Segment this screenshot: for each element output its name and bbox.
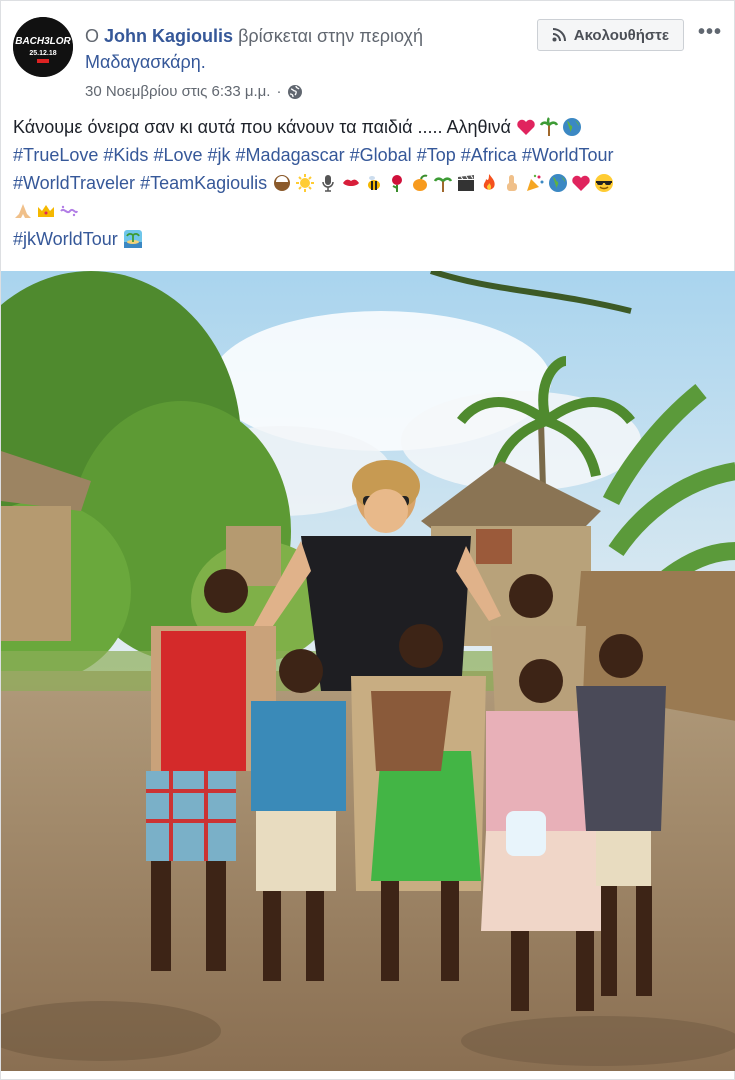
- hashtag-link[interactable]: #jk: [208, 145, 231, 165]
- rss-icon: [552, 28, 566, 42]
- post-header: BACH3LOR 25.12.18 Ο John Kagioulis βρίσκ…: [13, 15, 722, 105]
- hashtag-link[interactable]: #Africa: [461, 145, 517, 165]
- praying-hands-icon: [15, 204, 31, 218]
- hashtag-link[interactable]: #Top: [417, 145, 456, 165]
- desert-island-icon: [123, 230, 142, 248]
- post-text: Κάνουμε όνειρα σαν κι αυτά που κάνουν τα…: [13, 113, 725, 253]
- more-options-icon[interactable]: •••: [698, 21, 722, 44]
- hashtag-link[interactable]: #WorldTraveler: [13, 173, 135, 193]
- hashtags-line-1: #TrueLove #Kids #Love #jk #Madagascar #G…: [13, 141, 725, 169]
- hashtag-link[interactable]: #Kids: [103, 145, 148, 165]
- bee-icon: [368, 176, 381, 190]
- fire-icon: [483, 174, 495, 190]
- hashtags-line-4: #jkWorldTour: [13, 225, 725, 253]
- madagascar-village-photo: [1, 271, 735, 1071]
- heart-icon: [517, 119, 535, 135]
- palm-tree-icon: [434, 177, 453, 192]
- hashtag-link[interactable]: #WorldTour: [522, 145, 614, 165]
- heart-icon: [572, 175, 590, 191]
- rose-icon: [392, 175, 403, 192]
- hashtag-link[interactable]: #jkWorldTour: [13, 229, 118, 249]
- crown-icon: [38, 205, 54, 217]
- finger-icon: [507, 175, 518, 191]
- party-popper-icon: [527, 174, 544, 191]
- globe-icon[interactable]: [287, 84, 303, 100]
- timestamp-link[interactable]: 30 Νοεμβρίου στις 6:33 μ.μ.: [85, 83, 270, 100]
- sun-icon: [296, 174, 315, 192]
- mango-icon: [413, 174, 428, 191]
- location-text: βρίσκεται στην περιοχή: [238, 26, 423, 46]
- hashtag-link[interactable]: #Global: [350, 145, 412, 165]
- hashtag-link[interactable]: #TeamKagioulis: [140, 173, 267, 193]
- sunglasses-face-icon: [595, 174, 614, 192]
- location-link[interactable]: Μαδαγασκάρη.: [85, 52, 206, 72]
- post-meta: 30 Νοεμβρίου στις 6:33 μ.μ. ·: [85, 83, 303, 100]
- follow-label: Ακολουθήστε: [573, 26, 669, 44]
- clapper-board-icon: [458, 175, 475, 191]
- message-text: Κάνουμε όνειρα σαν κι αυτά που κάνουν τα…: [13, 117, 511, 137]
- facebook-post: BACH3LOR 25.12.18 Ο John Kagioulis βρίσκ…: [0, 0, 735, 1080]
- hashtag-link[interactable]: #Love: [153, 145, 202, 165]
- globe-earth-icon: [549, 174, 568, 192]
- coconut-icon: [274, 175, 291, 191]
- author-prefix: Ο: [85, 26, 100, 46]
- emoji-line: [13, 197, 725, 225]
- hashtag-link[interactable]: #TrueLove: [13, 145, 98, 165]
- bachelor-logo: BACH3LOR 25.12.18: [13, 17, 73, 77]
- meta-separator: ·: [276, 83, 282, 100]
- sparkles-ribbon-icon: [60, 205, 78, 217]
- post-photo[interactable]: [1, 271, 735, 1071]
- globe-earth-icon: [562, 118, 581, 136]
- follow-button[interactable]: Ακολουθήστε: [536, 19, 684, 51]
- svg-text:BACH3LOR: BACH3LOR: [15, 36, 71, 47]
- hashtags-line-2: #WorldTraveler #TeamKagioulis: [13, 169, 725, 197]
- lips-icon: [343, 179, 360, 186]
- author-line: Ο John Kagioulis βρίσκεται στην περιοχή …: [85, 23, 505, 75]
- author-name-link[interactable]: John Kagioulis: [104, 26, 233, 46]
- microphone-icon: [322, 175, 334, 192]
- svg-text:25.12.18: 25.12.18: [29, 50, 56, 57]
- avatar[interactable]: BACH3LOR 25.12.18: [13, 17, 73, 77]
- message-line: Κάνουμε όνειρα σαν κι αυτά που κάνουν τα…: [13, 113, 725, 141]
- hashtag-link[interactable]: #Madagascar: [236, 145, 345, 165]
- palm-tree-icon: [539, 117, 559, 136]
